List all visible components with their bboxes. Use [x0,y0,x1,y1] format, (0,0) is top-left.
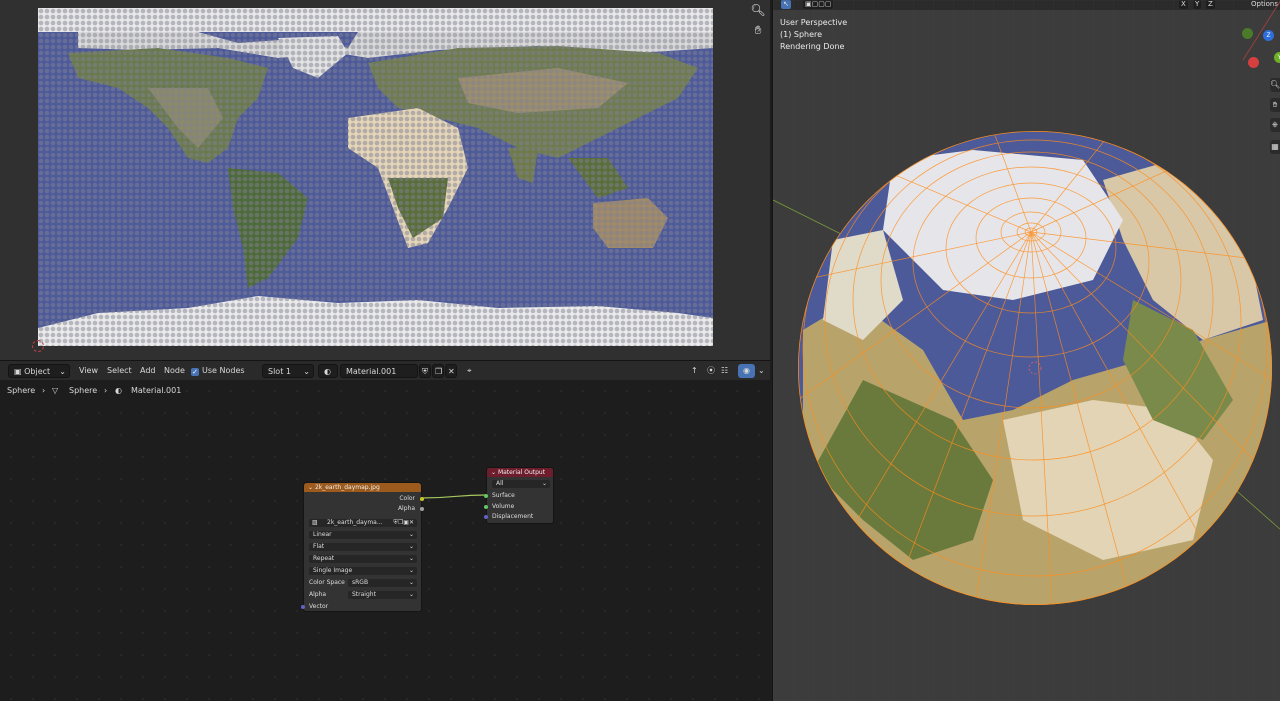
alpha-label: Alpha [309,591,327,598]
extension-dropdown[interactable]: Repeat ⌄ [309,555,417,563]
material-name-field[interactable]: Material.001 [340,364,418,378]
alpha-mode-dropdown[interactable]: Straight ⌄ [348,591,417,599]
object-mode-icon: ▣ [14,367,22,376]
output-color-socket[interactable] [420,497,424,501]
close-icon[interactable]: ✕ [445,364,457,378]
earth-texture-uv-map [38,8,713,346]
color-to-surface-link [421,494,487,499]
projection-dropdown[interactable]: Flat ⌄ [309,543,417,551]
parent-node-icon[interactable]: ↑ [686,364,703,378]
breadcrumb-mesh: Sphere [69,386,98,395]
image-actions-icons: ⛨❐▣✕ [393,519,414,526]
navigation-gizmo[interactable]: Z Y [1230,20,1280,70]
node-editor-header: ▣ Object ⌄ View Select Add Node ✓ Use Nod… [0,360,770,380]
source-dropdown[interactable]: Single Image ⌄ [309,567,417,575]
input-volume-socket[interactable] [484,505,488,509]
gizmo-x-ball[interactable] [1248,57,1259,68]
breadcrumb-object: Sphere [7,386,36,395]
slot-dropdown[interactable]: Slot 1 ⌄ [262,364,314,378]
chevron-down-icon[interactable]: ⌄ [753,364,770,378]
mode-label: Object [24,367,51,376]
collapse-icon[interactable]: ⌄ [308,484,313,491]
image-datablock-field[interactable]: ▨ 2k_earth_dayma... ⛨❐▣✕ [309,519,417,527]
material-sphere-icon: ◐ [324,367,331,376]
material-output-node[interactable]: ⌄ Material Output All ⌄ Surface Volume Di… [484,467,554,524]
chevron-down-icon: ⌄ [408,543,414,550]
chevron-down-icon: ⌄ [408,531,414,538]
interpolation-dropdown[interactable]: Linear ⌄ [309,531,417,539]
node-editor-canvas[interactable]: Sphere › ▽ Sphere › ◐ Material.001 ⌄ 2k_… [0,380,770,701]
active-object: (1) Sphere [780,30,823,39]
input-vector-socket[interactable] [301,605,305,609]
output-alpha-socket[interactable] [420,507,424,511]
chevron-right-icon: › [104,386,108,395]
node-title[interactable]: ⌄ 2k_earth_daymap.jpg [304,483,421,492]
input-volume-label: Volume [492,503,515,510]
input-vector-label: Vector [309,603,329,610]
viewport-scene [773,0,1280,701]
input-displacement-socket[interactable] [484,515,488,519]
output-alpha-label: Alpha [397,505,415,512]
zoom-icon[interactable]: 🔍︎ [750,2,766,18]
target-dropdown[interactable]: All ⌄ [492,480,550,488]
output-color-label: Color [399,495,415,502]
menu-add[interactable]: Add [135,364,161,378]
chevron-down-icon: ⌄ [408,567,414,574]
color-space-dropdown[interactable]: sRGB ⌄ [348,579,417,587]
use-nodes-toggle[interactable]: ✓ Use Nodes [186,364,250,378]
chevron-down-icon: ⌄ [541,480,547,487]
mesh-icon: ▽ [52,386,59,395]
image-icon: ▨ [312,519,318,526]
pin-icon[interactable]: ⌖ [462,364,477,378]
breadcrumb: Sphere › ▽ Sphere › ◐ Material.001 [0,384,770,400]
input-surface-socket[interactable] [484,494,488,498]
use-nodes-label: Use Nodes [202,366,245,375]
input-displacement-label: Displacement [492,513,534,520]
breadcrumb-material: Material.001 [131,386,182,395]
chevron-right-icon: › [42,386,46,395]
2d-cursor[interactable] [32,340,44,352]
material-browse-button[interactable]: ◐ [318,364,338,378]
menu-view[interactable]: View [74,364,103,378]
snap-settings-icon[interactable]: ☷ [716,364,733,378]
3d-viewport[interactable]: ↖ ▣▢▢▢ X Y Z Options [772,0,1280,701]
gizmo-z-ball[interactable]: Z [1263,30,1274,41]
material-sphere-icon: ◐ [115,386,122,395]
checkbox-icon: ✓ [191,368,199,376]
duplicate-icon[interactable]: ❐ [432,364,444,378]
mode-dropdown[interactable]: ▣ Object ⌄ [8,364,70,378]
hand-icon[interactable]: ✋︎ [1270,98,1280,112]
node-title[interactable]: ⌄ Material Output [487,468,553,477]
fake-user-icon[interactable]: ⛨ [419,364,431,378]
collapse-icon[interactable]: ⌄ [491,469,496,476]
zoom-icon[interactable]: 🔍︎ [1270,78,1280,92]
image-texture-node[interactable]: ⌄ 2k_earth_daymap.jpg Color Alpha ▨ 2k_e… [301,482,424,612]
chevron-down-icon: ⌄ [408,579,414,586]
input-surface-label: Surface [492,492,515,499]
chevron-down-icon: ⌄ [303,367,310,376]
gizmo-y-ball[interactable]: Y [1274,52,1280,63]
view-name: User Perspective [780,18,848,27]
menu-select[interactable]: Select [102,364,137,378]
slot-label: Slot 1 [268,367,291,376]
render-status: Rendering Done [780,42,845,51]
hand-icon[interactable]: ✋︎ [750,22,766,38]
chevron-down-icon: ⌄ [408,591,414,598]
chevron-down-icon: ⌄ [408,555,414,562]
viewport-info-text: User Perspective (1) Sphere Rendering Do… [780,17,847,53]
gizmo-neg-y-ball[interactable] [1242,28,1253,39]
uv-tool-column: 🔍︎ ✋︎ [748,0,768,40]
color-space-label: Color Space [309,579,345,586]
uv-editor[interactable]: 🔍︎ ✋︎ [0,0,770,360]
camera-icon[interactable]: ⎈ [1270,118,1280,132]
chevron-down-icon: ⌄ [59,367,66,376]
grid-icon[interactable]: ▦ [1270,140,1280,154]
